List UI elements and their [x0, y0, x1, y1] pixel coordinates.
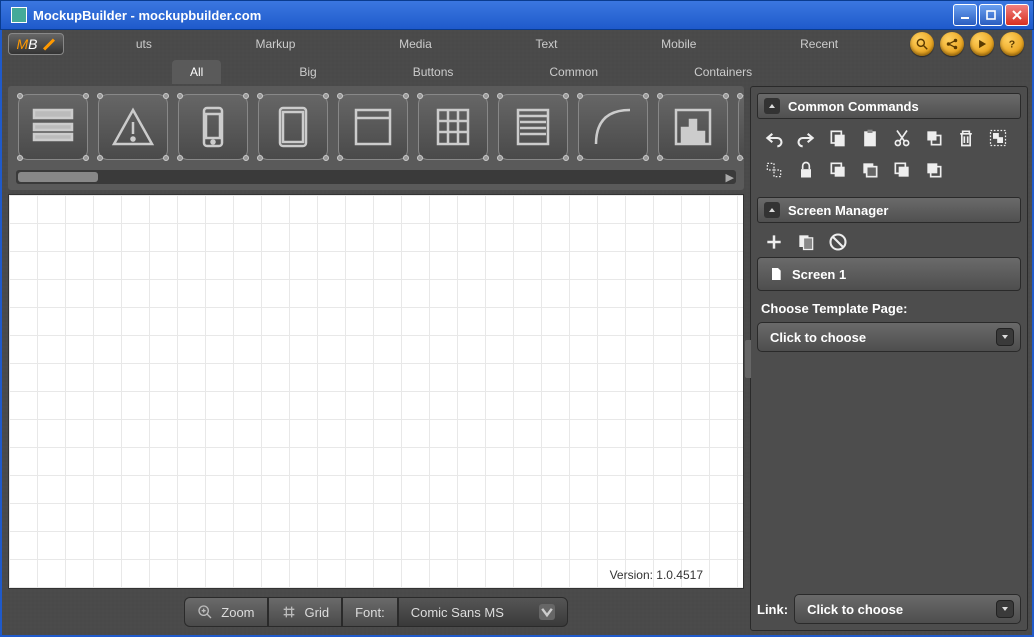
maximize-button[interactable]	[979, 4, 1003, 26]
logo-text: MB	[16, 36, 37, 52]
stencil-barchart[interactable]	[658, 94, 728, 160]
zoom-control[interactable]: Zoom	[184, 597, 267, 627]
close-button[interactable]	[1005, 4, 1029, 26]
duplicate-button[interactable]	[923, 127, 945, 149]
send-backward-button[interactable]	[859, 159, 881, 181]
stencil-blackberry[interactable]	[738, 94, 744, 160]
template-value: Click to choose	[770, 330, 866, 345]
zoom-label: Zoom	[221, 605, 254, 620]
common-commands-panel: Common Commands	[757, 93, 1021, 189]
ungroup-button[interactable]	[763, 159, 785, 181]
svg-text:?: ?	[1009, 39, 1015, 51]
screen-manager-panel: Screen Manager Screen 1 Choose Template …	[757, 197, 1021, 352]
remove-screen-button[interactable]	[827, 231, 849, 253]
template-label: Choose Template Page:	[761, 301, 1017, 316]
window-title: MockupBuilder - mockupbuilder.com	[33, 8, 953, 23]
grid-control[interactable]: Grid	[268, 597, 343, 627]
subtab-all[interactable]: All	[172, 60, 221, 84]
top-toolbar: MB uts Markup Media Text Mobile Recent ?	[2, 30, 1032, 58]
bottom-toolbar: Zoom Grid Font: Comic Sans MS	[2, 589, 750, 635]
zoom-icon	[197, 604, 213, 620]
app-frame: MB uts Markup Media Text Mobile Recent ?…	[0, 30, 1034, 637]
bring-front-button[interactable]	[923, 159, 945, 181]
font-value: Comic Sans MS	[411, 605, 504, 620]
design-canvas[interactable]: Version: 1.0.4517	[8, 194, 744, 589]
stencil-palette: One > T ▶	[8, 86, 744, 190]
panel-title: Common Commands	[788, 99, 919, 114]
help-button[interactable]: ?	[1000, 32, 1024, 56]
redo-button[interactable]	[795, 127, 817, 149]
logo[interactable]: MB	[8, 33, 64, 55]
share-button[interactable]	[940, 32, 964, 56]
chevron-down-icon	[996, 328, 1014, 346]
category-tabs: uts Markup Media Text Mobile Recent	[64, 33, 910, 55]
subtab-big[interactable]: Big	[281, 60, 334, 84]
stencil-tablet[interactable]	[258, 94, 328, 160]
clone-screen-button[interactable]	[795, 231, 817, 253]
version-label: Version: 1.0.4517	[610, 568, 703, 582]
window-titlebar: MockupBuilder - mockupbuilder.com	[0, 0, 1034, 30]
lock-button[interactable]	[795, 159, 817, 181]
font-label-group: Font:	[342, 597, 398, 627]
app-icon	[11, 7, 27, 23]
copy-button[interactable]	[827, 127, 849, 149]
screen-name: Screen 1	[792, 267, 846, 282]
send-back-button[interactable]	[827, 159, 849, 181]
minimize-button[interactable]	[953, 4, 977, 26]
group-button[interactable]	[987, 127, 1009, 149]
stencil-list[interactable]	[498, 94, 568, 160]
bring-forward-button[interactable]	[891, 159, 913, 181]
search-button[interactable]	[910, 32, 934, 56]
screen-item[interactable]: Screen 1	[757, 257, 1021, 291]
chevron-down-icon	[996, 600, 1014, 618]
add-screen-button[interactable]	[763, 231, 785, 253]
delete-button[interactable]	[955, 127, 977, 149]
stencil-alert[interactable]	[98, 94, 168, 160]
subcategory-tabs: All Big Buttons Common Containers	[2, 58, 1032, 84]
tab-markup[interactable]: Markup	[243, 33, 307, 55]
stencil-keypad[interactable]	[418, 94, 488, 160]
cut-button[interactable]	[891, 127, 913, 149]
panel-title: Screen Manager	[788, 203, 888, 218]
tab-layouts[interactable]: uts	[124, 33, 164, 55]
tab-media[interactable]: Media	[387, 33, 444, 55]
font-label: Font:	[355, 605, 385, 620]
grid-icon	[281, 604, 297, 620]
scrollbar-thumb[interactable]	[18, 172, 98, 182]
page-icon	[768, 266, 784, 282]
link-row: Link: Click to choose	[757, 594, 1021, 624]
tab-mobile[interactable]: Mobile	[649, 33, 708, 55]
stencil-accordion[interactable]	[18, 94, 88, 160]
grid-label: Grid	[305, 605, 330, 620]
link-label: Link:	[757, 602, 788, 617]
stencil-scrollbar[interactable]: ▶	[16, 170, 736, 184]
scroll-right-icon[interactable]: ▶	[726, 171, 734, 184]
link-value: Click to choose	[807, 602, 903, 617]
stencil-arc[interactable]	[578, 94, 648, 160]
tab-recent[interactable]: Recent	[788, 33, 850, 55]
chevron-down-icon	[539, 604, 555, 620]
subtab-buttons[interactable]: Buttons	[395, 60, 472, 84]
font-select[interactable]: Comic Sans MS	[398, 597, 568, 627]
pencil-icon	[42, 38, 54, 50]
paste-button[interactable]	[859, 127, 881, 149]
right-panel: Common Commands	[750, 86, 1028, 631]
stencil-window[interactable]	[338, 94, 408, 160]
play-button[interactable]	[970, 32, 994, 56]
tab-text[interactable]: Text	[523, 33, 569, 55]
subtab-common[interactable]: Common	[531, 60, 616, 84]
collapse-toggle[interactable]	[764, 202, 780, 218]
template-select[interactable]: Click to choose	[757, 322, 1021, 352]
undo-button[interactable]	[763, 127, 785, 149]
collapse-toggle[interactable]	[764, 98, 780, 114]
panel-resize-handle[interactable]	[745, 340, 751, 378]
subtab-containers[interactable]: Containers	[676, 60, 770, 84]
link-select[interactable]: Click to choose	[794, 594, 1021, 624]
stencil-phone[interactable]	[178, 94, 248, 160]
